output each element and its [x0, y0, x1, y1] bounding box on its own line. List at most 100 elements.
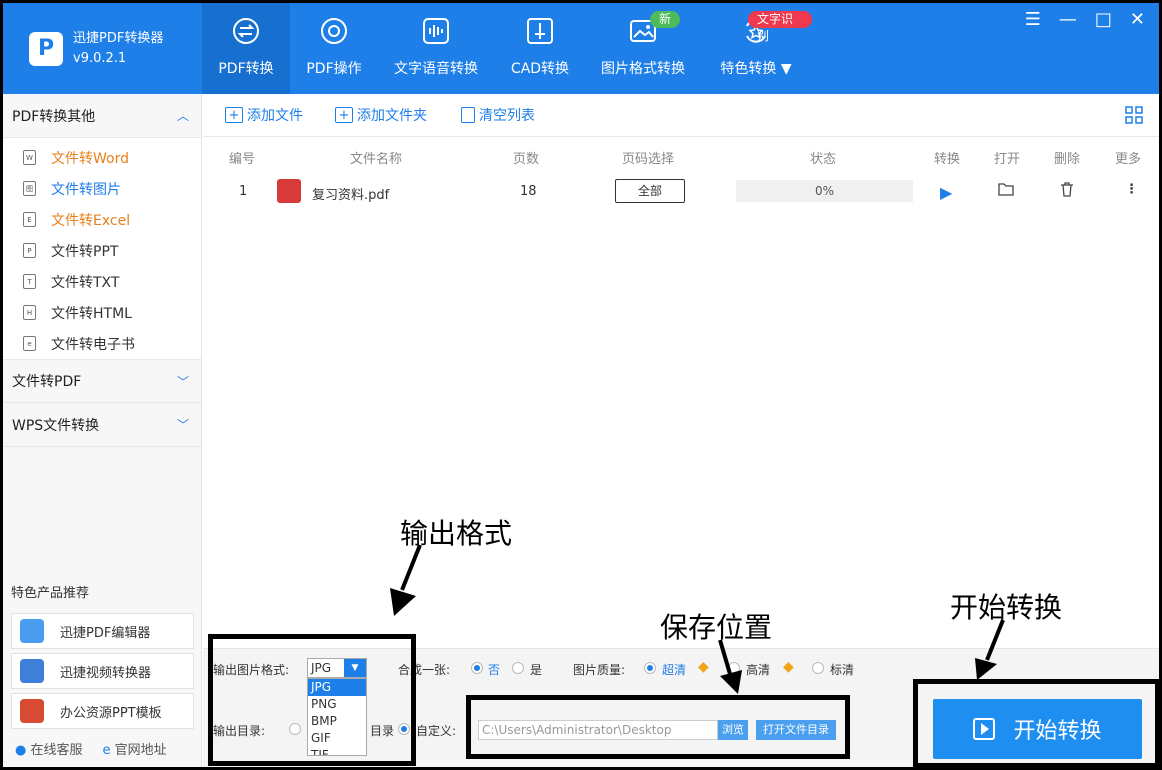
toolbar: + 添加文件 + 添加文件夹 清空列表: [203, 94, 1159, 137]
table-row[interactable]: 1 复习资料.pdf 18 全部 0% ▶ ⋮: [203, 174, 1159, 210]
word-file-icon: W: [23, 150, 36, 165]
add-folder-icon: +: [335, 107, 353, 123]
annotation-start-box: [913, 679, 1160, 768]
tab-cad-convert[interactable]: CAD转换: [494, 3, 586, 94]
add-file-button[interactable]: + 添加文件: [225, 105, 303, 125]
tab-special-convert[interactable]: 文字识别 特色转换 ▼: [700, 3, 812, 94]
quality-label: 图片质量:: [573, 663, 626, 677]
row-index: 1: [239, 184, 248, 199]
chevron-up-icon: ︿: [176, 109, 189, 123]
tab-label: PDF操作: [306, 61, 362, 77]
quality-ultra-radio[interactable]: [644, 662, 656, 674]
quality-standard-radio[interactable]: [812, 662, 824, 674]
sidebar-item-image[interactable]: 图文件转图片: [3, 173, 201, 204]
menu-icon[interactable]: ☰: [1025, 9, 1041, 30]
sidebar-section-pdf-other[interactable]: PDF转换其他 ︿: [3, 94, 201, 138]
col-page-select: 页码选择: [622, 152, 675, 167]
col-delete: 删除: [1054, 152, 1081, 167]
quality-standard-label: 标清: [830, 663, 855, 677]
close-icon[interactable]: ✕: [1130, 9, 1145, 30]
excel-file-icon: E: [23, 212, 36, 227]
pdf-convert-icon: [233, 18, 259, 44]
sidebar-item-ebook[interactable]: e 文件转电子书: [3, 328, 201, 359]
sidebar-section-file-to-pdf[interactable]: 文件转PDF ﹀: [3, 359, 201, 403]
app-branding: P 迅捷PDF转换器 v9.0.2.1: [3, 3, 202, 94]
annotation-arrow-icon: [975, 619, 1005, 680]
custom-dir-label: 自定义:: [416, 724, 457, 738]
annotation-arrow-icon: [718, 639, 742, 694]
col-open: 打开: [994, 152, 1021, 167]
chevron-down-icon: ﹀: [176, 374, 189, 389]
website-link[interactable]: e 官网地址: [103, 739, 167, 758]
row-pages: 18: [520, 184, 537, 199]
col-index: 编号: [229, 152, 256, 167]
app-logo-icon: P: [29, 31, 63, 66]
more-icon[interactable]: ⋮: [1125, 182, 1138, 197]
merge-yes-radio[interactable]: [512, 662, 524, 674]
main-nav: PDF转换 PDF操作 文字语音转换 CAD转换 新 图片格式转换 文字识别 特…: [202, 3, 812, 94]
pdf-file-icon: [277, 179, 301, 203]
browser-icon: e: [102, 743, 111, 758]
play-icon[interactable]: ▶: [940, 183, 952, 202]
pdf-editor-icon: [20, 619, 44, 643]
promo-pdf-editor[interactable]: 迅捷PDF编辑器: [11, 613, 194, 649]
merge-yes-label: 是: [530, 663, 543, 677]
new-badge: 新: [650, 11, 681, 28]
annotation-format-box: [208, 634, 416, 766]
sidebar-item-word[interactable]: W 文件转Word: [3, 142, 201, 173]
ppt-file-icon: P: [23, 243, 36, 258]
sidebar-item-ppt[interactable]: P 文件转PPT: [3, 235, 201, 266]
minimize-icon[interactable]: —: [1059, 9, 1077, 30]
sidebar-list: W 文件转Word 图文件转图片 E 文件转Excel P 文件转PPT T 文件转TX…: [3, 138, 201, 359]
tab-label: CAD转换: [510, 61, 570, 77]
col-pages: 页数: [513, 152, 540, 167]
table-header: 编号 文件名称 页数 页码选择 状态 转换 打开 删除 更多: [203, 140, 1159, 172]
cad-icon: [527, 18, 553, 44]
grid-view-icon[interactable]: [1125, 106, 1143, 124]
headset-icon: ●: [15, 743, 27, 758]
online-support-link[interactable]: ● 在线客服: [15, 739, 83, 758]
add-folder-button[interactable]: + 添加文件夹: [335, 105, 427, 125]
chevron-down-icon: ﹀: [176, 418, 189, 432]
merge-no-label: 否: [488, 663, 501, 677]
tab-image-convert[interactable]: 新 图片格式转换: [586, 3, 700, 94]
sidebar-item-excel[interactable]: E 文件转Excel: [3, 204, 201, 235]
annotation-location-box: [466, 695, 850, 759]
voice-wave-icon: [423, 18, 449, 44]
sidebar: PDF转换其他 ︿ W 文件转Word 图文件转图片 E 文件转Excel P 文件转…: [3, 94, 202, 767]
merge-no-radio[interactable]: [471, 662, 483, 674]
sidebar-item-html[interactable]: H 文件转HTML: [3, 297, 201, 328]
app-name: 迅捷PDF转换器: [73, 30, 164, 46]
tab-label: PDF转换: [218, 61, 274, 77]
page-select-button[interactable]: 全部: [615, 179, 685, 203]
promo-ppt-templates[interactable]: 办公资源PPT模板: [11, 693, 194, 729]
tab-voice-convert[interactable]: 文字语音转换: [378, 3, 494, 94]
maximize-icon[interactable]: □: [1095, 9, 1112, 30]
tab-label: 文字语音转换: [394, 61, 478, 77]
tab-pdf-convert[interactable]: PDF转换: [202, 3, 290, 94]
col-status: 状态: [810, 152, 837, 167]
folder-open-icon[interactable]: [998, 182, 1014, 200]
row-filename: 复习资料.pdf: [312, 188, 390, 203]
tab-pdf-operate[interactable]: PDF操作: [290, 3, 378, 94]
quality-ultra-label: 超清: [662, 663, 687, 677]
app-version: v9.0.2.1: [73, 50, 127, 66]
clear-list-button[interactable]: 清空列表: [461, 105, 535, 125]
trash-icon: [461, 107, 475, 123]
annotation-arrow-icon: [390, 544, 422, 616]
status-progress: 0%: [736, 180, 913, 202]
sidebar-item-txt[interactable]: T 文件转TXT: [3, 266, 201, 297]
window-controls: ☰ — □ ✕: [1025, 9, 1145, 30]
sidebar-footer: ● 在线客服 e 官网地址: [15, 739, 167, 758]
vip-diamond-icon: ◆: [783, 659, 794, 675]
promo-video-converter[interactable]: 迅捷视频转换器: [11, 653, 194, 689]
title-bar: P 迅捷PDF转换器 v9.0.2.1 PDF转换 PDF操作 文字语音转换 C…: [3, 3, 1159, 94]
txt-file-icon: T: [23, 274, 36, 289]
trash-icon[interactable]: [1060, 182, 1074, 201]
pdf-operate-icon: [321, 18, 347, 44]
video-converter-icon: [20, 659, 44, 683]
sidebar-section-wps[interactable]: WPS文件转换 ﹀: [3, 403, 201, 447]
col-more: 更多: [1115, 152, 1142, 167]
col-name: 文件名称: [350, 152, 403, 167]
col-convert: 转换: [934, 152, 961, 167]
